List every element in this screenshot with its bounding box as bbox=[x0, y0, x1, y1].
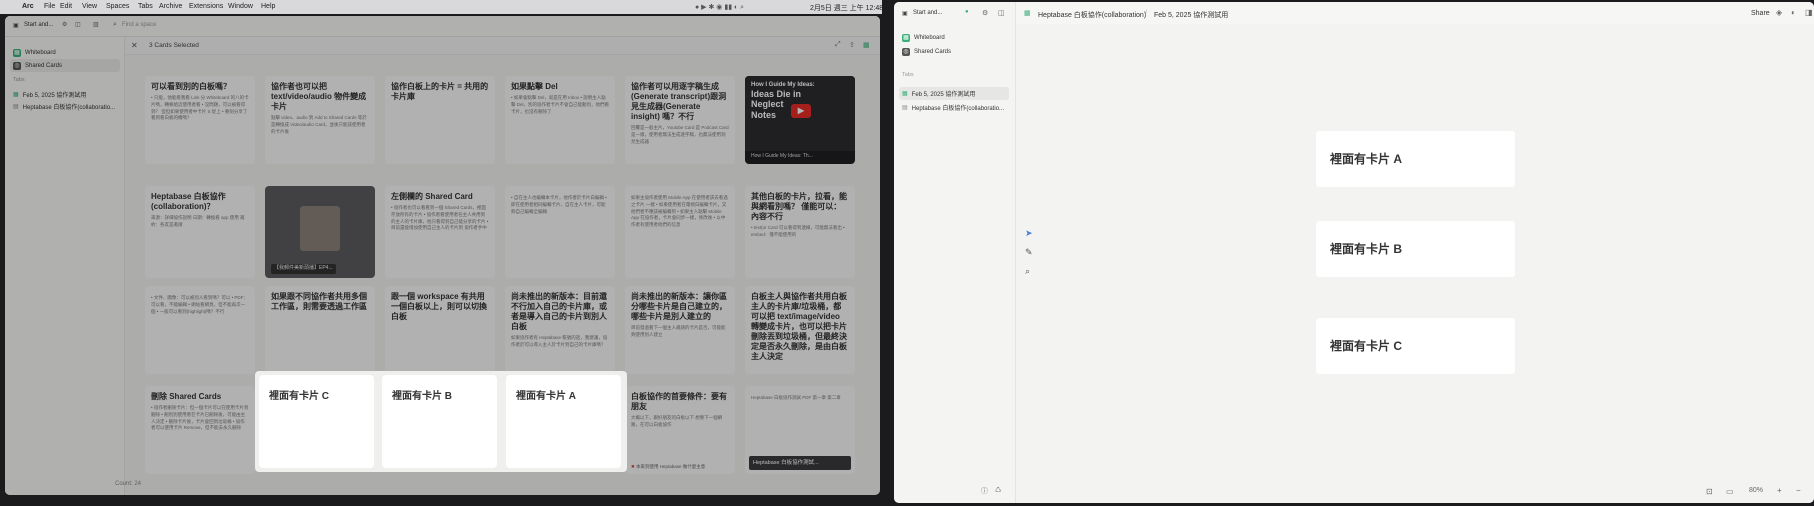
card-title: 裡面有卡片 B bbox=[392, 391, 452, 402]
card-b[interactable]: 裡面有卡片 B bbox=[382, 375, 497, 468]
card-a[interactable]: 裡面有卡片 A bbox=[506, 375, 621, 468]
card-c[interactable]: 裡面有卡片 C bbox=[259, 375, 374, 468]
right-panel-icon[interactable]: ◨ bbox=[1805, 8, 1813, 17]
sidebar-toggle-icon[interactable]: ▣ bbox=[902, 10, 908, 17]
status-icons: ● ▶ ✱ ◉ ▮▮ ◐ ⌕ bbox=[695, 4, 745, 11]
tab-item-active[interactable]: ▦ Feb 5, 2025 協作測試用 bbox=[899, 87, 1009, 100]
menu-file[interactable]: File bbox=[44, 3, 55, 10]
menu-edit[interactable]: Edit bbox=[60, 3, 72, 10]
breadcrumb-separator: / bbox=[1145, 10, 1147, 17]
tab-label: Heptabase 白板協作(collaboratio... bbox=[911, 106, 1005, 112]
whiteboard-icon: ▦ bbox=[902, 33, 910, 42]
whiteboard-icon: ▦ bbox=[1024, 10, 1031, 17]
tabs-heading: Tabs bbox=[902, 72, 914, 78]
space-switcher[interactable]: Start and... bbox=[913, 10, 942, 16]
menu-tabs[interactable]: Tabs bbox=[138, 3, 153, 10]
zoom-in-icon[interactable]: + bbox=[1777, 486, 1782, 495]
panel-icon[interactable]: ◫ bbox=[998, 9, 1005, 17]
minimap-icon[interactable]: ▭ bbox=[1726, 487, 1734, 496]
whiteboard-card-b[interactable]: 裡面有卡片 B bbox=[1316, 221, 1515, 277]
card-title: 裡面有卡片 B bbox=[1330, 242, 1403, 256]
layers-icon[interactable]: ◈ bbox=[1776, 8, 1782, 17]
help-icon[interactable]: ⓘ bbox=[981, 486, 988, 496]
menu-view[interactable]: View bbox=[82, 3, 97, 10]
whiteboard-icon: ▦ bbox=[902, 91, 908, 97]
zoom-level[interactable]: 80% bbox=[1749, 487, 1763, 494]
whiteboard-card-a[interactable]: 裡面有卡片 A bbox=[1316, 131, 1515, 187]
document-icon: ▤ bbox=[902, 105, 908, 111]
card-title: 裡面有卡片 C bbox=[269, 391, 329, 402]
right-sidebar: ▣ Start and... ● ⚙ ◫ ▦ Whiteboard ◎ Shared… bbox=[894, 2, 1016, 503]
gear-icon[interactable]: ⚙ bbox=[982, 9, 988, 17]
sidebar-item-label: Shared Cards bbox=[914, 48, 952, 55]
menu-app[interactable]: Arc bbox=[22, 3, 34, 10]
breadcrumb-parent[interactable]: Heptabase 白板協作(collaboration) bbox=[1038, 10, 1146, 20]
tab-item[interactable]: ▤ Heptabase 白板協作(collaboratio... bbox=[899, 101, 1009, 114]
card-title: 裡面有卡片 A bbox=[1330, 152, 1403, 166]
sidebar-item-shared-cards[interactable]: ◎ Shared Cards bbox=[899, 45, 1009, 58]
zoom-out-icon[interactable]: − bbox=[1796, 486, 1801, 495]
sidebar-item-label: Whiteboard bbox=[914, 34, 945, 41]
selected-cards-panel: 裡面有卡片 C 裡面有卡片 B 裡面有卡片 A bbox=[255, 371, 627, 472]
shared-cards-icon: ◎ bbox=[902, 47, 910, 56]
sidebar-item-whiteboard[interactable]: ▦ Whiteboard bbox=[899, 31, 1009, 44]
breadcrumb-current[interactable]: Feb 5, 2025 協作測試用 bbox=[1154, 10, 1228, 20]
right-toolbar: ▦ Heptabase 白板協作(collaboration) / Feb 5,… bbox=[1016, 2, 1814, 24]
whiteboard-card-c[interactable]: 裡面有卡片 C bbox=[1316, 318, 1515, 374]
tab-label: Feb 5, 2025 協作測試用 bbox=[911, 92, 976, 98]
fit-icon[interactable]: ⊡ bbox=[1706, 487, 1713, 496]
select-tool-icon[interactable]: ➤ bbox=[1025, 228, 1033, 239]
menu-help[interactable]: Help bbox=[261, 3, 275, 10]
mac-menubar: Arc File Edit View Spaces Tabs Archive E… bbox=[0, 0, 884, 14]
share-button[interactable]: Share bbox=[1751, 10, 1770, 17]
menu-spaces[interactable]: Spaces bbox=[106, 3, 129, 10]
status-dot-icon: ● bbox=[965, 9, 969, 15]
card-title: 裡面有卡片 A bbox=[516, 391, 576, 402]
trash-icon[interactable]: ♺ bbox=[995, 486, 1001, 494]
menu-extensions[interactable]: Extensions bbox=[189, 3, 223, 10]
card-title: 裡面有卡片 C bbox=[1330, 339, 1403, 353]
pen-tool-icon[interactable]: ✎ bbox=[1025, 247, 1033, 258]
clock: 2月5日 週三 上午 12:48 bbox=[810, 5, 884, 12]
search-tool-icon[interactable]: ⌕ bbox=[1025, 266, 1030, 277]
menu-window[interactable]: Window bbox=[228, 3, 253, 10]
menu-archive[interactable]: Archive bbox=[159, 3, 182, 10]
theme-icon[interactable]: ◐ bbox=[1791, 8, 1796, 17]
